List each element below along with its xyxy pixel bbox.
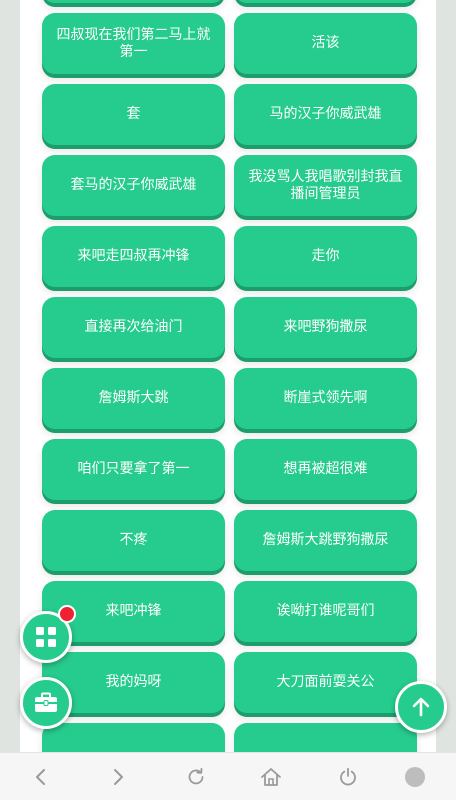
system-navbar [0, 752, 456, 800]
sound-button[interactable] [42, 723, 225, 752]
sound-button[interactable]: 断崖式领先啊 [234, 368, 417, 429]
sound-button[interactable]: 来吧走四叔再冲锋 [42, 226, 225, 287]
back-icon [36, 769, 45, 785]
sound-button[interactable]: 我没骂人我唱歌别封我直播间管理员 [234, 155, 417, 216]
sound-button[interactable]: 咱们只要拿了第一 [42, 439, 225, 500]
home-icon [261, 768, 281, 786]
sound-button[interactable]: 套马的汉子你威武雄 [42, 155, 225, 216]
sound-button-label: 诶呦打谁呢哥们 [276, 603, 375, 619]
sound-button[interactable] [234, 0, 417, 3]
sound-button-label: 不疼 [119, 532, 148, 548]
sound-button[interactable]: 不疼 [42, 510, 225, 571]
content-page: 四叔现在我们第二马上就第一 活该套马的汉子你威武雄 套马的汉子你威武雄 我没骂人我唱歌… [20, 0, 436, 752]
power-icon [340, 767, 356, 786]
refresh-button[interactable] [184, 765, 208, 789]
sound-button-label: 詹姆斯大跳野狗撒尿 [262, 532, 389, 548]
sound-button-label: 套 [126, 106, 141, 122]
refresh-icon [188, 767, 204, 785]
back-button[interactable] [29, 765, 53, 789]
sound-button-label: 詹姆斯大跳 [98, 390, 169, 406]
sound-button-label: 我没骂人我唱歌别封我直播间管理员 [248, 168, 403, 202]
scroll-top-fab[interactable] [395, 681, 447, 733]
sound-button[interactable]: 马的汉子你威武雄 [234, 84, 417, 145]
sound-button-label: 大刀面前耍关公 [276, 674, 375, 690]
sound-button-label: 来吧冲锋 [105, 603, 162, 619]
sound-button-label: 来吧走四叔再冲锋 [77, 248, 190, 264]
sound-button[interactable]: 活该 [234, 13, 417, 74]
home-button[interactable] [259, 765, 283, 789]
sound-button[interactable]: 想再被超很难 [234, 439, 417, 500]
sound-button-label: 想再被超很难 [283, 461, 368, 477]
sound-button[interactable]: 诶呦打谁呢哥们 [234, 581, 417, 642]
sound-button[interactable]: 套 [42, 84, 225, 145]
notification-badge [58, 605, 76, 623]
sound-button-label: 我的妈呀 [105, 674, 162, 690]
sound-button[interactable]: 直接再次给油门 [42, 297, 225, 358]
forward-icon [114, 769, 123, 785]
sound-button[interactable]: 来吧野狗撒尿 [234, 297, 417, 358]
overview-button[interactable] [403, 765, 427, 789]
sound-button-label: 套马的汉子你威武雄 [70, 177, 197, 193]
power-button[interactable] [336, 765, 360, 789]
grid-icon [36, 627, 56, 647]
sound-button-label: 直接再次给油门 [84, 319, 183, 335]
sound-button[interactable]: 走你 [234, 226, 417, 287]
sound-button[interactable] [234, 723, 417, 752]
sound-button-label: 来吧野狗撒尿 [283, 319, 368, 335]
sound-button[interactable]: 四叔现在我们第二马上就第一 [42, 13, 225, 74]
sound-button-grid: 四叔现在我们第二马上就第一 活该套马的汉子你威武雄 套马的汉子你威武雄 我没骂人我唱歌… [42, 0, 417, 752]
sound-button-label: 马的汉子你威武雄 [269, 106, 382, 122]
sound-button-label: 四叔现在我们第二马上就第一 [56, 26, 211, 60]
forward-button[interactable] [106, 765, 130, 789]
sound-button-label: 咱们只要拿了第一 [77, 461, 190, 477]
sound-button-label: 活该 [311, 35, 340, 51]
sound-button[interactable]: 大刀面前耍关公 [234, 652, 417, 713]
sound-button-label: 断崖式领先啊 [283, 390, 368, 406]
sound-button[interactable]: 詹姆斯大跳 [42, 368, 225, 429]
toolbox-fab[interactable] [20, 677, 72, 729]
sound-button-label: 走你 [311, 248, 340, 264]
arrow-up-icon [412, 697, 430, 717]
toolbox-icon [35, 692, 57, 712]
circle-icon [405, 767, 425, 787]
sound-button[interactable] [42, 0, 225, 3]
sound-button[interactable]: 詹姆斯大跳野狗撒尿 [234, 510, 417, 571]
